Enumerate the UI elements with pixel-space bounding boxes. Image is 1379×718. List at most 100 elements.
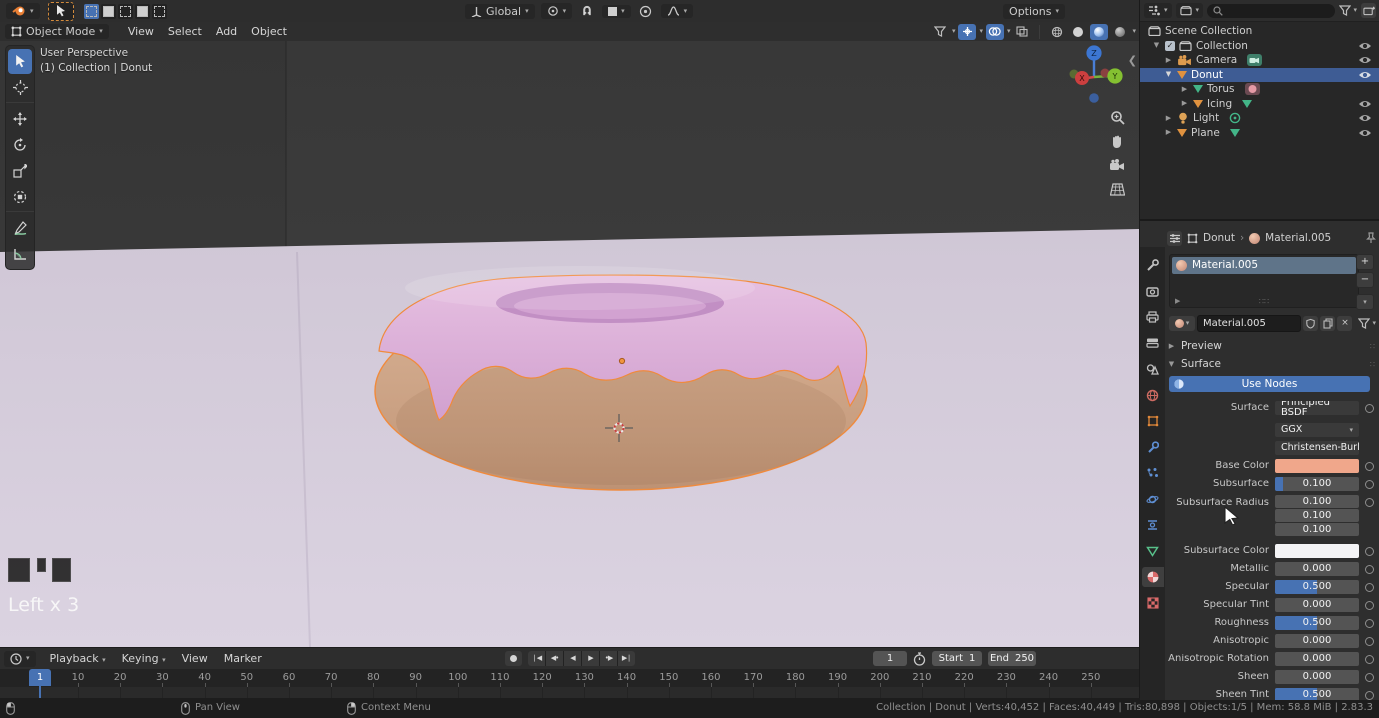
snap-target-dropdown[interactable]: ▾	[602, 5, 631, 18]
subsurface-slider[interactable]: 0.100	[1275, 477, 1359, 491]
resize-grip[interactable]: ∷∷	[1259, 298, 1269, 306]
options-dropdown[interactable]: Options ▾	[1003, 4, 1065, 19]
select-set-icon[interactable]	[84, 4, 99, 19]
tab-scene[interactable]	[1142, 359, 1164, 379]
menu-playback[interactable]: Playback ▾	[42, 650, 114, 667]
menu-keying[interactable]: Keying ▾	[114, 650, 174, 667]
subsurface-method-select[interactable]: Christensen-Burley▾	[1275, 441, 1359, 455]
shading-rendered-button[interactable]	[1111, 24, 1129, 40]
fake-user-button[interactable]	[1303, 316, 1318, 331]
tool-scale[interactable]	[8, 158, 32, 183]
proportional-editing-button[interactable]	[637, 3, 655, 19]
pivot-point-dropdown[interactable]: ▾	[541, 3, 573, 19]
expander-icon[interactable]: ▶	[1180, 86, 1189, 93]
overlays-toggle[interactable]	[986, 24, 1004, 40]
breadcrumb-object[interactable]: Donut	[1203, 233, 1235, 244]
expander-icon[interactable]: ▶	[1180, 100, 1189, 107]
navigation-gizmo[interactable]: Z X Y	[1059, 45, 1131, 109]
eye-visibility-icon[interactable]	[1358, 55, 1372, 65]
eye-visibility-icon[interactable]	[1358, 70, 1372, 80]
timeline-editor-type-dropdown[interactable]: ▾	[4, 651, 36, 667]
zoom-tool-button[interactable]	[1105, 105, 1129, 129]
decorator-dot[interactable]	[1365, 583, 1374, 592]
transform-orientation-dropdown[interactable]: Global ▾	[465, 4, 535, 19]
base-color-swatch[interactable]	[1275, 459, 1359, 473]
preview-panel-header[interactable]: ▶ Preview ∷	[1167, 339, 1376, 354]
surface-shader-select[interactable]: Principled BSDF	[1275, 401, 1359, 415]
slot-list-expander-icon[interactable]: ▶	[1175, 298, 1180, 305]
tab-constraints[interactable]	[1142, 515, 1164, 535]
falloff-dropdown[interactable]: ▾	[661, 4, 694, 18]
metallic-slider[interactable]: 0.000	[1275, 562, 1359, 576]
xray-toggle[interactable]	[1013, 24, 1031, 40]
tab-modifiers[interactable]	[1142, 437, 1164, 457]
slot-specials-dropdown[interactable]: ▾	[1356, 294, 1374, 310]
decorator-dot[interactable]	[1365, 480, 1374, 489]
gizmos-toggle[interactable]	[958, 24, 976, 40]
blender-menu-button[interactable]: ▾	[6, 3, 40, 19]
decorator-dot[interactable]	[1365, 691, 1374, 700]
eye-visibility-icon[interactable]	[1358, 128, 1372, 138]
outliner-search-input[interactable]	[1207, 4, 1335, 18]
decorator-dot[interactable]	[1365, 565, 1374, 574]
decorator-dot[interactable]	[1365, 673, 1374, 682]
tab-particles[interactable]	[1142, 463, 1164, 483]
object-visibility-dropdown[interactable]	[931, 24, 949, 40]
decorator-dot[interactable]	[1365, 655, 1374, 664]
shading-material-button[interactable]	[1090, 24, 1108, 40]
outliner-row-collection[interactable]: ▼ ✓ Collection	[1140, 39, 1379, 54]
specular-t int-slider[interactable]: 0.000	[1275, 598, 1359, 612]
distribution-select[interactable]: GGX▾	[1275, 423, 1359, 437]
surface-panel-header[interactable]: ▼ Surface ∷	[1167, 357, 1376, 372]
material-filter-dropdown[interactable]: ▾	[1358, 318, 1376, 329]
decorator-dot[interactable]	[1365, 404, 1374, 413]
tool-select-box[interactable]	[8, 49, 32, 74]
material-slot-list[interactable]: Material.005 ▶ ∷∷	[1169, 254, 1359, 308]
sheen-slider[interactable]: 0.000	[1275, 670, 1359, 684]
expander-icon[interactable]: ▶	[1164, 115, 1173, 122]
menu-object[interactable]: Object	[244, 24, 294, 39]
material-badge-icon[interactable]	[1245, 83, 1260, 95]
add-slot-button[interactable]: +	[1356, 254, 1374, 270]
outliner-filter-dropdown[interactable]: ▾	[1339, 5, 1357, 16]
outliner-row-scene-collection[interactable]: Scene Collection	[1140, 24, 1379, 39]
jump-to-start-button[interactable]: ❘◀	[528, 651, 545, 666]
timeline-ruler[interactable]: 1020304050607080901001101201301401501601…	[0, 669, 1139, 687]
decorator-dot[interactable]	[1365, 619, 1374, 628]
tab-physics[interactable]	[1142, 489, 1164, 509]
outliner-row-icing[interactable]: ▶ Icing	[1140, 97, 1379, 112]
tab-render[interactable]	[1142, 281, 1164, 301]
frame-start-field[interactable]: Start1	[932, 651, 982, 666]
prev-keyframe-button[interactable]: ◀•	[546, 651, 563, 666]
outliner-editor-type-dropdown[interactable]: ▾	[1144, 3, 1172, 18]
active-tool-button[interactable]	[48, 2, 74, 21]
menu-tl-view[interactable]: View	[174, 650, 216, 667]
outliner-row-torus[interactable]: ▶ Torus	[1140, 82, 1379, 97]
select-subtract-icon[interactable]	[118, 4, 133, 19]
tool-annotate[interactable]	[8, 215, 32, 240]
tab-material[interactable]	[1142, 567, 1164, 587]
breadcrumb-material[interactable]: Material.005	[1265, 233, 1331, 244]
light-data-badge-icon[interactable]	[1229, 112, 1241, 124]
subsurface-color-swatch[interactable]	[1275, 544, 1359, 558]
expander-icon[interactable]: ▶	[1164, 57, 1173, 64]
browse-material-dropdown[interactable]: ▾	[1169, 316, 1195, 331]
tab-world[interactable]	[1142, 385, 1164, 405]
playhead-frame-badge[interactable]: 1	[29, 669, 51, 686]
tab-object[interactable]	[1142, 411, 1164, 431]
play-reverse-button[interactable]: ◀	[564, 651, 581, 666]
expander-icon[interactable]: ▼	[1152, 42, 1161, 49]
decorator-dot[interactable]	[1365, 547, 1374, 556]
snap-toggle-button[interactable]	[578, 3, 596, 19]
decorator-dot[interactable]	[1365, 637, 1374, 646]
tool-move[interactable]	[8, 106, 32, 131]
mesh-data-badge-icon[interactable]	[1230, 129, 1240, 137]
select-invert-icon[interactable]	[135, 4, 150, 19]
outliner-row-camera[interactable]: ▶ Camera	[1140, 53, 1379, 68]
menu-add[interactable]: Add	[209, 24, 244, 39]
properties-editor-type-dropdown[interactable]	[1167, 231, 1182, 246]
frame-end-field[interactable]: End250	[988, 651, 1036, 666]
decorator-dot[interactable]	[1365, 462, 1374, 471]
select-extend-icon[interactable]	[101, 4, 116, 19]
material-slot-item[interactable]: Material.005	[1172, 257, 1356, 274]
